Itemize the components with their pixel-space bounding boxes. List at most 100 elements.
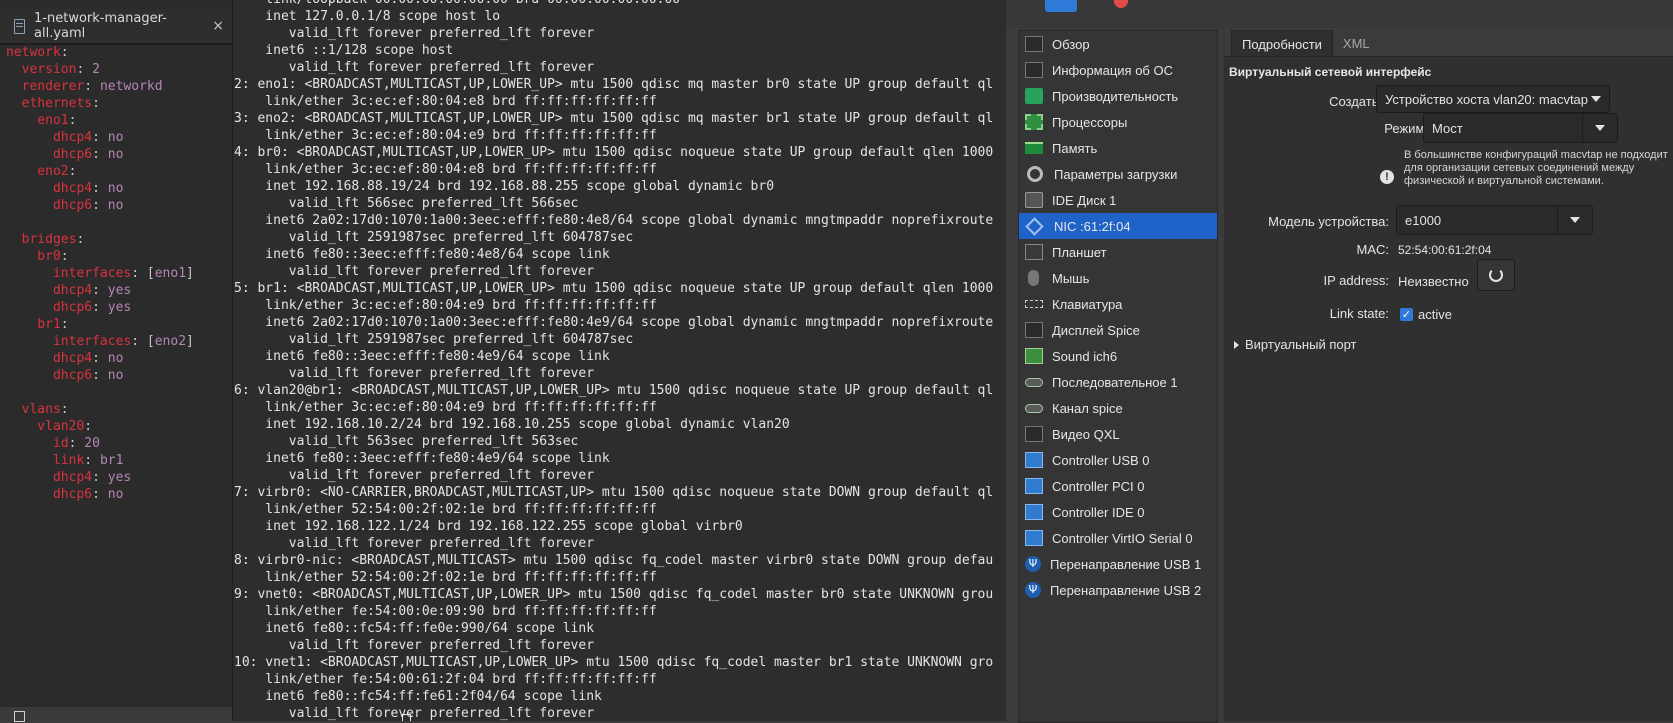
- yaml-punct: :: [92, 181, 108, 196]
- source-dropdown[interactable]: Устройство хоста vlan20: macvtap: [1376, 85, 1610, 113]
- show-details-button[interactable]: [1045, 0, 1077, 12]
- hardware-item[interactable]: Sound ich6: [1019, 343, 1217, 369]
- hardware-item[interactable]: Информация об ОС: [1019, 57, 1217, 83]
- terminal-line: inet 192.168.10.2/24 brd 192.168.10.255 …: [234, 417, 790, 432]
- shutdown-icon[interactable]: [1114, 0, 1128, 8]
- yaml-punct: : [: [131, 266, 155, 281]
- yaml-line: network:: [6, 44, 194, 61]
- tab-xml[interactable]: XML: [1333, 30, 1380, 56]
- yaml-line: dhcp6: no: [6, 367, 194, 384]
- terminal-line: 10: vnet1: <BROADCAST,MULTICAST,UP,LOWER…: [234, 655, 994, 670]
- serial-icon: [1025, 377, 1043, 387]
- yaml-value: 20: [84, 436, 100, 451]
- hardware-item[interactable]: Обзор: [1019, 31, 1217, 57]
- terminal-line: valid_lft forever preferred_lft forever: [234, 264, 595, 279]
- yaml-key: ethernets: [6, 96, 93, 111]
- hardware-item-label: Перенаправление USB 1: [1050, 556, 1202, 572]
- yaml-punct: :: [84, 453, 100, 468]
- yaml-content[interactable]: network: version: 2 renderer: networkd e…: [6, 44, 194, 503]
- model-value: e1000: [1405, 212, 1442, 228]
- card-icon: [1025, 478, 1043, 494]
- hardware-item[interactable]: Ψ Перенаправление USB 1: [1019, 551, 1217, 577]
- hardware-item[interactable]: Мышь: [1019, 265, 1217, 291]
- virtual-port-expander[interactable]: Виртуальный порт: [1234, 337, 1356, 352]
- terminal-line: inet 127.0.0.1/8 scope host lo: [234, 9, 501, 24]
- yaml-key: dhcp4: [6, 181, 93, 196]
- yaml-line: renderer: networkd: [6, 78, 194, 95]
- monitor-icon: [1025, 62, 1043, 78]
- yaml-key: version: [6, 62, 77, 77]
- yaml-key: br0: [6, 249, 61, 264]
- hardware-item[interactable]: Controller VirtIO Serial 0: [1019, 525, 1217, 551]
- yaml-line: dhcp4: no: [6, 350, 194, 367]
- cpu-icon: [1025, 114, 1043, 130]
- yaml-value: br1: [99, 453, 124, 468]
- panel-toggle-icon[interactable]: [14, 711, 25, 722]
- terminal-pane[interactable]: link/loopback 00:00:00:00:00:00 brd 00:0…: [233, 0, 1006, 721]
- hardware-item[interactable]: Видео QXL: [1019, 421, 1217, 447]
- terminal-line: valid_lft 563sec preferred_lft 563sec: [234, 434, 579, 449]
- yaml-key: interfaces: [6, 266, 132, 281]
- yaml-punct: :: [92, 130, 108, 145]
- yaml-punct: :: [92, 368, 108, 383]
- link-state-checkbox[interactable]: ✓: [1400, 308, 1413, 321]
- yaml-line: br0:: [6, 248, 194, 265]
- yaml-punct: :: [92, 147, 108, 162]
- terminal-line: link/ether 3c:ec:ef:80:04:e9 brd ff:ff:f…: [234, 298, 657, 313]
- hardware-item-label: Controller PCI 0: [1052, 478, 1145, 494]
- hardware-item[interactable]: Дисплей Spice: [1019, 317, 1217, 343]
- hardware-item[interactable]: Канал spice: [1019, 395, 1217, 421]
- yaml-line: [6, 214, 194, 231]
- link-state-value: active: [1418, 307, 1452, 322]
- yaml-key: vlan20: [6, 419, 85, 434]
- hardware-item[interactable]: Ψ Перенаправление USB 2: [1019, 577, 1217, 603]
- yaml-key: vlans: [6, 402, 61, 417]
- terminal-line: valid_lft forever preferred_lft forever: [234, 638, 595, 653]
- yaml-key: bridges: [6, 232, 77, 247]
- hardware-item[interactable]: Controller PCI 0: [1019, 473, 1217, 499]
- tablet-icon: [1025, 244, 1043, 260]
- yaml-key: dhcp6: [6, 487, 93, 502]
- yaml-punct: :: [60, 45, 69, 60]
- terminal-line: inet6 2a02:17d0:1070:1a00:3eec:efff:fe80…: [234, 315, 994, 330]
- hardware-item-label: Controller USB 0: [1052, 452, 1150, 468]
- yaml-value: 2: [92, 62, 100, 77]
- hardware-item[interactable]: Последовательное 1: [1019, 369, 1217, 395]
- hardware-item[interactable]: Память: [1019, 135, 1217, 161]
- hardware-item[interactable]: Производительность: [1019, 83, 1217, 109]
- refresh-ip-button[interactable]: [1477, 259, 1515, 291]
- yaml-punct: :: [92, 470, 108, 485]
- terminal-line: link/ether 3c:ec:ef:80:04:e8 brd ff:ff:f…: [234, 162, 657, 177]
- editor-file-tab[interactable]: 1-network-manager-all.yaml ×: [0, 9, 232, 45]
- hardware-item[interactable]: Планшет: [1019, 239, 1217, 265]
- hardware-item-label: Дисплей Spice: [1052, 322, 1140, 338]
- chevron-down-icon: [1557, 206, 1592, 234]
- close-tab-icon[interactable]: ×: [212, 18, 224, 34]
- ip-value: Неизвестно: [1398, 274, 1469, 289]
- hardware-item[interactable]: Клавиатура: [1019, 291, 1217, 317]
- hardware-item-label: Перенаправление USB 2: [1050, 582, 1202, 598]
- hardware-item[interactable]: NIC :61:2f:04: [1019, 213, 1217, 239]
- mode-dropdown[interactable]: Мост: [1423, 113, 1618, 143]
- hardware-item[interactable]: Controller IDE 0: [1019, 499, 1217, 525]
- hardware-item[interactable]: IDE Диск 1: [1019, 187, 1217, 213]
- terminal-line: link/ether 52:54:00:2f:02:1e brd ff:ff:f…: [234, 570, 657, 585]
- model-combo[interactable]: e1000: [1396, 205, 1593, 235]
- yaml-line: version: 2: [6, 61, 194, 78]
- yaml-line: interfaces: [eno2]: [6, 333, 194, 350]
- yaml-key: eno1: [6, 113, 69, 128]
- yaml-punct: :: [68, 436, 85, 451]
- hardware-item[interactable]: Параметры загрузки: [1019, 161, 1217, 187]
- tab-details[interactable]: Подробности: [1231, 30, 1333, 57]
- yaml-punct: :: [92, 487, 108, 502]
- hardware-item[interactable]: Процессоры: [1019, 109, 1217, 135]
- chevron-down-icon: [1582, 114, 1617, 142]
- yaml-punct: :: [76, 232, 85, 247]
- yaml-line: vlans:: [6, 401, 194, 418]
- terminal-line: link/ether 3c:ec:ef:80:04:e8 brd ff:ff:f…: [234, 94, 657, 109]
- terminal-line: 4: br0: <BROADCAST,MULTICAST,UP,LOWER_UP…: [234, 145, 994, 160]
- hardware-item[interactable]: Controller USB 0: [1019, 447, 1217, 473]
- yaml-line: id: 20: [6, 435, 194, 452]
- yaml-line: interfaces: [eno1]: [6, 265, 194, 282]
- yaml-value: no: [107, 147, 124, 162]
